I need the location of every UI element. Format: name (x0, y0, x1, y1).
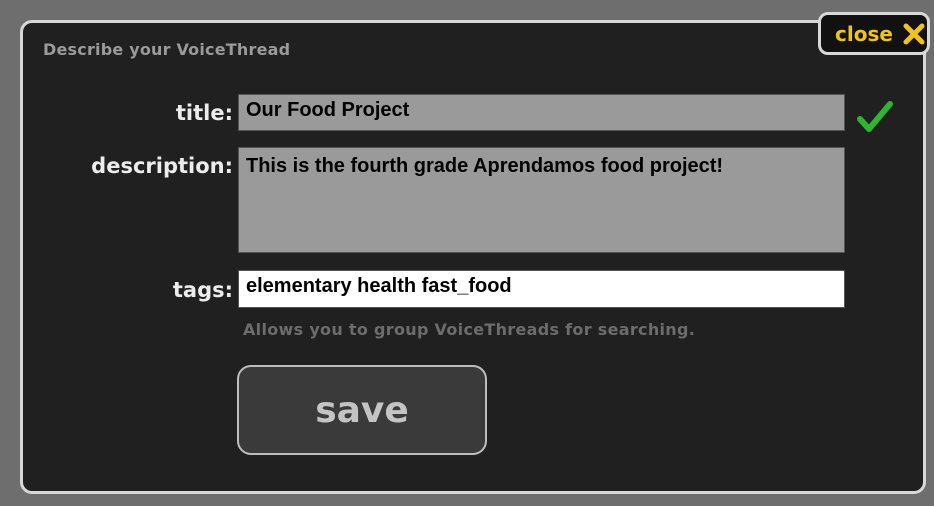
save-button[interactable]: save (237, 365, 487, 455)
close-x-icon (903, 23, 925, 44)
description-field[interactable]: This is the fourth grade Aprendamos food… (238, 147, 845, 253)
title-field[interactable]: Our Food Project (238, 94, 845, 131)
close-button[interactable]: close (818, 12, 930, 55)
tags-hint: Allows you to group VoiceThreads for sea… (243, 320, 696, 339)
describe-dialog: Describe your VoiceThread title: Our Foo… (20, 20, 926, 494)
description-label: description: (91, 154, 233, 178)
title-label: title: (175, 101, 233, 125)
tags-field[interactable]: elementary health fast_food (238, 270, 845, 308)
checkmark-icon (857, 101, 893, 132)
dialog-title: Describe your VoiceThread (43, 40, 291, 59)
tags-label: tags: (172, 278, 233, 302)
close-label: close (835, 21, 893, 46)
